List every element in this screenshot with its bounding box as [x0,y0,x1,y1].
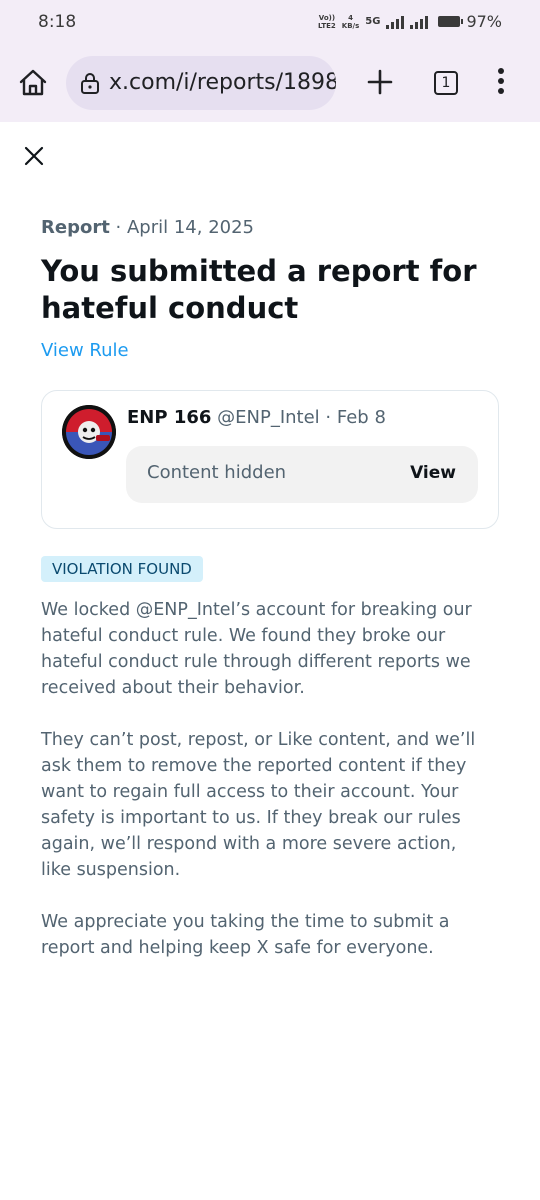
hidden-content-label: Content hidden [147,462,287,483]
avatar-image [62,405,116,459]
network-speed: 4 KB/s [342,14,359,30]
post-author-name[interactable]: ENP 166 [127,407,211,428]
speed-unit: KB/s [341,21,360,30]
signal-icon-2 [410,15,429,29]
plus-icon [367,69,393,95]
meta-separator: · [109,217,127,238]
hidden-content-box: Content hidden View [126,446,478,503]
post-author-handle[interactable]: @ENP_Intel [217,407,320,428]
new-tab-button[interactable] [364,66,396,98]
lock-icon [81,73,99,94]
page-title: You submitted a report for hateful condu… [41,254,477,325]
report-label: Report [41,217,110,238]
paragraph-3: We appreciate you taking the time to sub… [41,912,450,958]
post-date: Feb 8 [336,407,386,428]
status-badge: VIOLATION FOUND [41,556,203,582]
tab-count: 1 [441,75,451,91]
view-hidden-content-button[interactable]: View [410,463,456,483]
close-button[interactable] [22,144,46,168]
avatar[interactable] [62,405,116,459]
close-icon [24,146,44,166]
reported-post-card[interactable]: ENP 166 @ENP_Intel · Feb 8 Content hidde… [41,390,499,529]
report-description: We locked @ENP_Intel’s account for break… [41,597,491,987]
address-bar[interactable]: x.com/i/reports/1898 [66,56,336,110]
more-vert-icon [498,68,504,74]
paragraph-2: They can’t post, repost, or Like content… [41,730,476,880]
home-button[interactable] [17,67,49,99]
url-text[interactable]: x.com/i/reports/1898 [109,70,336,95]
post-separator: · [319,407,337,428]
status-time: 8:18 [38,12,77,32]
browser-menu-button[interactable] [497,68,505,96]
lte-label: LTE2 [318,21,336,30]
status-indicators: Vo)) LTE2 4 KB/s 5G 97% [318,12,502,31]
volte-label: Vo)) [318,13,336,22]
signal-icon [386,15,405,29]
post-header: ENP 166 @ENP_Intel · Feb 8 [127,407,386,428]
battery-percent: 97% [466,12,502,31]
speed-value: 4 [348,13,353,22]
tab-switcher-button[interactable]: 1 [434,71,458,95]
volte-indicator: Vo)) LTE2 [318,14,336,30]
browser-toolbar: x.com/i/reports/1898 1 [0,46,540,122]
view-rule-link[interactable]: View Rule [41,340,129,361]
report-meta: Report · April 14, 2025 [41,217,254,238]
network-type: 5G [365,16,381,27]
report-date: April 14, 2025 [126,217,255,238]
battery-icon [438,16,464,27]
status-bar: 8:18 Vo)) LTE2 4 KB/s 5G 97% [0,0,540,46]
paragraph-1: We locked @ENP_Intel’s account for break… [41,600,472,698]
home-icon [19,69,47,96]
